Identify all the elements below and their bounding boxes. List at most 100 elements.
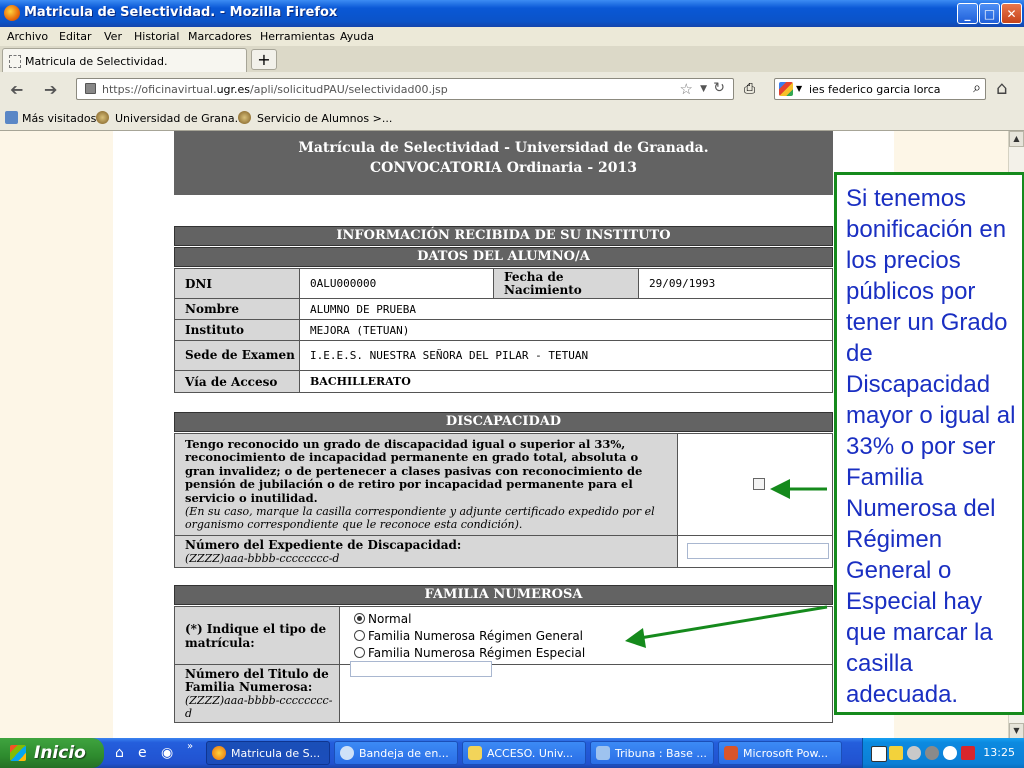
- forward-icon[interactable]: ➔: [44, 80, 57, 99]
- task-bandeja[interactable]: Bandeja de en...: [334, 741, 458, 765]
- sede-label: Sede de Examen: [174, 340, 300, 371]
- tipo-options: Normal Familia Numerosa Régimen General …: [339, 606, 833, 665]
- familia-section-title: FAMILIA NUMEROSA: [174, 585, 833, 605]
- task-firefox-label: Matricula de S...: [231, 747, 321, 760]
- page-body: Matrícula de Selectividad - Universidad …: [113, 131, 894, 739]
- search-value[interactable]: ies federico garcia lorca: [809, 83, 941, 96]
- home-icon[interactable]: ⌂: [996, 78, 1007, 99]
- page-subtitle: CONVOCATORIA Ordinaria - 2013: [370, 160, 637, 176]
- tray-panda-icon[interactable]: [943, 746, 957, 760]
- discapacidad-checkbox[interactable]: [753, 478, 765, 490]
- annotation-callout: Si tenemos bonificación en los precios p…: [834, 172, 1024, 715]
- fecha-label: Fecha de Nacimiento: [493, 268, 639, 299]
- url-bar[interactable]: https://oficinavirtual.ugr.es/apli/solic…: [76, 78, 734, 100]
- print-icon[interactable]: ⎙: [744, 81, 760, 97]
- radio-normal-label: Normal: [368, 611, 412, 626]
- menu-herramientas[interactable]: Herramientas: [260, 30, 335, 43]
- task-powerpoint[interactable]: Microsoft Pow...: [718, 741, 842, 765]
- tab-label: Matricula de Selectividad.: [25, 55, 168, 68]
- task-acceso-label: ACCESO. Univ...: [487, 747, 574, 760]
- discapacidad-checkbox-cell: [677, 433, 833, 536]
- university-crest-icon: [238, 111, 251, 124]
- discapacidad-text: Tengo reconocido un grado de discapacida…: [185, 436, 643, 505]
- windows-flag-icon: [10, 745, 26, 761]
- expediente-format: (ZZZZ)aaa-bbbb-cccccccc-d: [185, 551, 340, 565]
- radio-option-especial[interactable]: Familia Numerosa Régimen Especial: [354, 644, 832, 661]
- bookmark-servicio-alumnos[interactable]: Servicio de Alumnos >...: [257, 112, 392, 125]
- tray-disc-icon[interactable]: [925, 746, 939, 760]
- task-bandeja-label: Bandeja de en...: [359, 747, 449, 760]
- tipo-label: (*) Indique el tipo de matrícula:: [174, 606, 340, 665]
- maximize-button[interactable]: □: [979, 3, 1000, 24]
- back-icon[interactable]: ➔: [10, 80, 23, 99]
- menu-marcadores[interactable]: Marcadores: [188, 30, 252, 43]
- search-engine-icon[interactable]: [779, 82, 793, 96]
- close-button[interactable]: ✕: [1001, 3, 1022, 24]
- expediente-label-cell: Número del Expediente de Discapacidad: (…: [174, 535, 678, 568]
- titulo-input[interactable]: [350, 661, 492, 677]
- page-header: Matrícula de Selectividad - Universidad …: [174, 131, 833, 195]
- start-label: Inicio: [34, 743, 86, 763]
- bookmark-star-icon[interactable]: ☆: [680, 80, 693, 98]
- quicklaunch-desktop-icon[interactable]: ⌂: [115, 745, 124, 761]
- expediente-input-cell: [677, 535, 833, 568]
- window-titlebar: Matricula de Selectividad. - Mozilla Fir…: [0, 0, 1024, 27]
- tray-network-icon[interactable]: [907, 746, 921, 760]
- radio-general[interactable]: [354, 630, 365, 641]
- info-section-title: INFORMACIÓN RECIBIDA DE SU INSTITUTO: [174, 226, 833, 246]
- nombre-label: Nombre: [174, 298, 300, 320]
- quicklaunch-more-icon[interactable]: »: [187, 741, 193, 752]
- firefox-icon: [212, 746, 226, 760]
- menu-archivo[interactable]: Archivo: [7, 30, 48, 43]
- task-acceso[interactable]: ACCESO. Univ...: [462, 741, 586, 765]
- lock-icon: [85, 83, 96, 94]
- radio-normal[interactable]: [354, 613, 365, 624]
- tray-close-icon[interactable]: [961, 746, 975, 760]
- reload-icon[interactable]: ↻: [713, 80, 725, 96]
- fecha-value: 29/09/1993: [638, 268, 833, 299]
- radio-option-normal[interactable]: Normal: [354, 610, 832, 627]
- quicklaunch-browser-icon[interactable]: ◉: [161, 745, 173, 761]
- tray-vc-icon[interactable]: [871, 746, 887, 762]
- expediente-input[interactable]: [687, 543, 829, 559]
- menu-bar: Archivo Editar Ver Historial Marcadores …: [0, 27, 1024, 46]
- tab-selectividad[interactable]: Matricula de Selectividad.: [2, 48, 247, 72]
- bookmark-universidad[interactable]: Universidad de Grana...: [115, 112, 245, 125]
- most-visited-icon: [5, 111, 18, 124]
- url-dropdown-icon[interactable]: ▼: [700, 84, 707, 94]
- tray-warning-icon[interactable]: [889, 746, 903, 760]
- clock: 13:25: [983, 746, 1015, 759]
- menu-historial[interactable]: Historial: [134, 30, 179, 43]
- alumno-table: DNI 0ALU000000 Fecha de Nacimiento 29/09…: [174, 268, 833, 393]
- familia-table: (*) Indique el tipo de matrícula: Normal…: [174, 606, 833, 723]
- bookmark-mas-visitados[interactable]: Más visitados: [22, 112, 96, 125]
- via-label: Vía de Acceso: [174, 370, 300, 393]
- instituto-label: Instituto: [174, 319, 300, 341]
- nombre-value: ALUMNO DE PRUEBA: [299, 298, 833, 320]
- new-tab-button[interactable]: +: [251, 49, 277, 70]
- radio-option-general[interactable]: Familia Numerosa Régimen General: [354, 627, 832, 644]
- radio-especial[interactable]: [354, 647, 365, 658]
- scroll-down-icon[interactable]: ▼: [1009, 723, 1024, 739]
- quicklaunch-ie-icon[interactable]: e: [138, 745, 147, 761]
- menu-ayuda[interactable]: Ayuda: [340, 30, 374, 43]
- system-tray: 13:25: [862, 738, 1024, 768]
- university-crest-icon: [96, 111, 109, 124]
- dni-label: DNI: [174, 268, 300, 299]
- search-bar[interactable]: ▼ ies federico garcia lorca ⌕: [774, 78, 986, 100]
- task-firefox[interactable]: Matricula de S...: [206, 741, 330, 765]
- menu-ver[interactable]: Ver: [104, 30, 122, 43]
- acceso-icon: [468, 746, 482, 760]
- alumno-section-title: DATOS DEL ALUMNO/A: [174, 247, 833, 267]
- titulo-input-cell: [339, 661, 833, 723]
- task-tribuna[interactable]: Tribuna : Base ...: [590, 741, 714, 765]
- minimize-button[interactable]: _: [957, 3, 978, 24]
- search-icon[interactable]: ⌕: [973, 80, 981, 96]
- tab-bar: Matricula de Selectividad. +: [0, 46, 1024, 73]
- scroll-up-icon[interactable]: ▲: [1009, 131, 1024, 147]
- start-button[interactable]: Inicio: [0, 738, 104, 768]
- menu-editar[interactable]: Editar: [59, 30, 92, 43]
- discapacidad-description: Tengo reconocido un grado de discapacida…: [174, 433, 678, 536]
- radio-general-label: Familia Numerosa Régimen General: [368, 628, 584, 643]
- search-engine-dropdown-icon[interactable]: ▼: [796, 84, 802, 93]
